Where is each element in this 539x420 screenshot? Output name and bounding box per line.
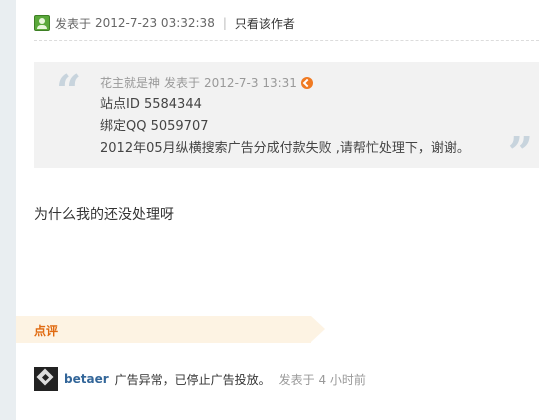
close-quote-icon: ”: [507, 128, 533, 179]
quote-line: 绑定QQ 5059707: [100, 119, 209, 134]
post-date: 2012-7-23 03:32:38: [95, 16, 215, 30]
header-separator: |: [222, 16, 227, 30]
jump-to-post-icon[interactable]: [300, 77, 313, 89]
only-author-link[interactable]: 只看该作者: [235, 15, 295, 32]
avatar[interactable]: [34, 367, 58, 391]
quote-block: “ 花主就是神 发表于 2012-7-3 13:31 站点ID 5584344 …: [34, 62, 539, 176]
reply-message: 为什么我的还没处理呀: [34, 207, 174, 223]
online-user-icon: [34, 15, 50, 31]
quote-author: 花主就是神: [100, 76, 161, 90]
comment-section-header: 点评: [16, 316, 325, 343]
quote-date: 2012-7-3 13:31: [204, 76, 297, 90]
quote-line: 站点ID 5584344: [100, 97, 202, 112]
quote-meta: 花主就是神 发表于 2012-7-3 13:31: [100, 72, 470, 94]
post-container: 发表于 2012-7-23 03:32:38 | 只看该作者 “ 花主就是神 发…: [16, 0, 539, 420]
post-meta-prefix: 发表于: [55, 16, 92, 31]
comment-section-title: 点评: [34, 324, 59, 338]
comment-item: betaer 广告异常，已停止广告投放。 发表于 4 小时前: [34, 367, 366, 391]
open-quote-icon: “: [56, 66, 82, 117]
post-header: 发表于 2012-7-23 03:32:38 | 只看该作者: [34, 14, 295, 32]
commenter-name[interactable]: betaer: [64, 372, 109, 386]
comment-time: 发表于 4 小时前: [278, 372, 366, 387]
quote-body: 花主就是神 发表于 2012-7-3 13:31 站点ID 5584344 绑定…: [100, 72, 470, 160]
quote-meta-prefix: 发表于: [164, 76, 201, 90]
quote-line: 2012年05月纵横搜索广告分成付款失败 ,请帮忙处理下，谢谢。: [100, 141, 470, 156]
comment-text: 广告异常，已停止广告投放。: [114, 372, 271, 387]
header-divider: [34, 40, 539, 41]
